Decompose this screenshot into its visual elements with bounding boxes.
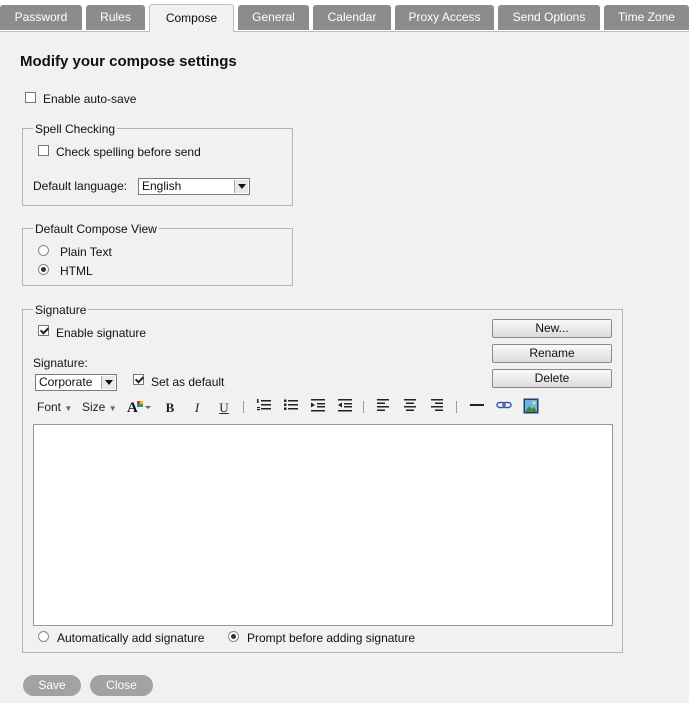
image-icon bbox=[523, 398, 539, 414]
outdent-icon bbox=[338, 399, 352, 412]
align-center-button[interactable] bbox=[399, 397, 421, 417]
default-language-select[interactable]: English bbox=[138, 178, 250, 195]
set-default-checkbox[interactable] bbox=[133, 374, 144, 385]
tab-general[interactable]: General bbox=[238, 5, 309, 30]
horizontal-rule-icon bbox=[470, 404, 484, 406]
ordered-list-button[interactable] bbox=[253, 397, 275, 417]
signature-select[interactable]: Corporate bbox=[35, 374, 117, 391]
unordered-list-icon bbox=[284, 399, 298, 410]
size-dropdown-label: Size bbox=[82, 400, 106, 414]
rename-signature-button[interactable]: Rename bbox=[492, 344, 612, 363]
italic-button[interactable]: I bbox=[186, 397, 208, 417]
compose-settings-panel: Modify your compose settings Enable auto… bbox=[0, 31, 689, 703]
underline-button[interactable]: U bbox=[213, 397, 235, 417]
outdent-button[interactable] bbox=[334, 397, 356, 417]
bold-button[interactable]: B bbox=[159, 397, 181, 417]
default-language-label: Default language: bbox=[33, 179, 128, 193]
signature-select-value: Corporate bbox=[39, 375, 93, 389]
signature-select-label: Signature: bbox=[33, 356, 88, 370]
default-language-value: English bbox=[142, 179, 182, 193]
insert-link-button[interactable] bbox=[493, 397, 515, 417]
tab-time-zone[interactable]: Time Zone bbox=[604, 5, 689, 30]
spell-checking-legend: Spell Checking bbox=[33, 122, 118, 136]
auto-add-signature-label: Automatically add signature bbox=[57, 631, 205, 645]
tab-proxy-access[interactable]: Proxy Access bbox=[395, 5, 494, 30]
unordered-list-button[interactable] bbox=[280, 397, 302, 417]
align-center-icon bbox=[404, 399, 416, 411]
page-title: Modify your compose settings bbox=[20, 53, 237, 70]
html-label: HTML bbox=[60, 264, 93, 278]
indent-icon bbox=[311, 399, 325, 412]
prompt-signature-label: Prompt before adding signature bbox=[247, 631, 416, 645]
font-dropdown[interactable]: Font ▼ bbox=[37, 396, 72, 418]
plain-text-label: Plain Text bbox=[60, 245, 112, 259]
delete-signature-button[interactable]: Delete bbox=[492, 369, 612, 388]
tab-send-options[interactable]: Send Options bbox=[498, 5, 600, 30]
insert-image-button[interactable] bbox=[520, 397, 542, 417]
auto-add-signature-radio[interactable] bbox=[38, 631, 49, 642]
align-left-icon bbox=[377, 399, 389, 411]
auto-save-checkbox[interactable] bbox=[25, 92, 36, 103]
enable-signature-checkbox[interactable] bbox=[38, 325, 49, 336]
spell-check-checkbox[interactable] bbox=[38, 145, 49, 156]
align-right-icon bbox=[431, 399, 443, 411]
tab-rules[interactable]: Rules bbox=[86, 5, 145, 30]
prompt-signature-radio[interactable] bbox=[228, 631, 239, 642]
auto-save-label: Enable auto-save bbox=[43, 92, 137, 106]
align-left-button[interactable] bbox=[372, 397, 394, 417]
enable-signature-label: Enable signature bbox=[56, 326, 147, 340]
compose-view-legend: Default Compose View bbox=[33, 222, 159, 236]
tab-password[interactable]: Password bbox=[0, 5, 82, 30]
indent-button[interactable] bbox=[307, 397, 329, 417]
chevron-down-icon: ▼ bbox=[108, 404, 117, 413]
new-signature-button[interactable]: New... bbox=[492, 319, 612, 338]
html-radio[interactable] bbox=[38, 264, 49, 275]
ordered-list-icon bbox=[257, 399, 271, 411]
text-color-icon: A bbox=[127, 400, 151, 416]
signature-editor[interactable] bbox=[33, 424, 613, 626]
chevron-down-icon bbox=[101, 376, 115, 389]
svg-text:A: A bbox=[127, 400, 138, 416]
toolbar-separator bbox=[243, 401, 244, 413]
chevron-down-icon bbox=[234, 180, 248, 193]
font-dropdown-label: Font bbox=[37, 400, 62, 414]
link-icon bbox=[496, 401, 512, 409]
toolbar-separator bbox=[456, 401, 457, 413]
close-button[interactable]: Close bbox=[90, 675, 153, 696]
plain-text-radio[interactable] bbox=[38, 245, 49, 256]
toolbar-separator bbox=[363, 401, 364, 413]
save-button[interactable]: Save bbox=[23, 675, 81, 696]
signature-legend: Signature bbox=[33, 303, 89, 317]
tab-calendar[interactable]: Calendar bbox=[313, 5, 391, 30]
set-default-label: Set as default bbox=[151, 375, 225, 389]
tab-compose[interactable]: Compose bbox=[149, 4, 234, 32]
align-right-button[interactable] bbox=[426, 397, 448, 417]
size-dropdown[interactable]: Size ▼ bbox=[82, 396, 117, 418]
tab-bar: Password Rules Compose General Calendar … bbox=[0, 0, 689, 32]
spell-check-label: Check spelling before send bbox=[56, 145, 201, 159]
chevron-down-icon: ▼ bbox=[64, 404, 73, 413]
text-color-button[interactable]: A bbox=[125, 397, 153, 417]
horizontal-rule-button[interactable] bbox=[466, 397, 488, 417]
